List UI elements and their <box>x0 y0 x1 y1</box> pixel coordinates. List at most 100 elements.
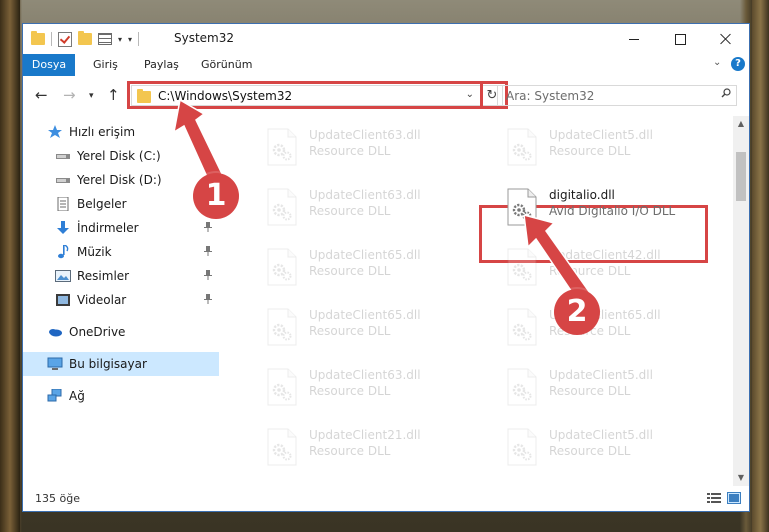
callout-number-one: 1 <box>193 173 239 219</box>
status-bar: 135 öğe <box>23 486 749 511</box>
file-type: Resource DLL <box>309 444 391 458</box>
file-item[interactable]: UpdateClient65.dll Resource DLL <box>239 238 469 294</box>
file-name: UpdateClient65.dll <box>309 248 421 262</box>
drive-icon <box>56 154 70 159</box>
file-item[interactable]: UpdateClient5.dll Resource DLL <box>479 358 709 414</box>
nav-label: İndirmeler <box>77 221 139 235</box>
file-item[interactable]: UpdateClient5.dll Resource DLL <box>479 418 709 474</box>
network-icon <box>47 389 62 402</box>
file-explorer-window: ▾ ▾ System32 Dosya Giriş Paylaş Görünüm … <box>22 23 750 512</box>
file-type: Resource DLL <box>309 324 391 338</box>
file-name: UpdateClient63.dll <box>309 128 421 142</box>
divider <box>138 32 140 46</box>
large-icons-view-icon[interactable] <box>727 492 741 504</box>
callout-number-two: 2 <box>554 289 600 335</box>
file-item[interactable]: UpdateClient21.dll Resource DLL <box>239 418 469 474</box>
file-type: Resource DLL <box>309 144 391 158</box>
search-input[interactable]: Ara: System32 <box>497 85 737 106</box>
pin-icon[interactable] <box>204 246 212 256</box>
nav-item-network[interactable]: Ağ <box>23 384 219 408</box>
maximize-icon <box>674 33 686 45</box>
scroll-up-icon[interactable]: ▲ <box>733 116 749 132</box>
maximize-button[interactable] <box>657 24 703 54</box>
chevron-down-icon[interactable]: ▾ <box>118 35 122 44</box>
dll-file-icon <box>267 248 297 286</box>
title-bar: ▾ ▾ System32 <box>23 24 749 54</box>
minimize-button[interactable] <box>611 24 657 54</box>
file-list: UpdateClient63.dll Resource DLL UpdateClie… <box>219 116 733 486</box>
nav-label: Müzik <box>77 245 112 259</box>
dll-file-icon <box>267 428 297 466</box>
scroll-thumb[interactable] <box>736 152 746 201</box>
file-name: UpdateClient65.dll <box>309 308 421 322</box>
view-icon[interactable] <box>98 33 112 45</box>
file-item[interactable]: UpdateClient63.dll Resource DLL <box>239 178 469 234</box>
quick-access-toolbar: ▾ ▾ <box>31 31 140 47</box>
nav-label: OneDrive <box>69 325 126 339</box>
close-button[interactable] <box>703 24 749 54</box>
navigation-bar: ← → ▾ ↑ C:\Windows\System32 ⌄ ↻ Ara: Sys… <box>23 76 749 116</box>
up-button[interactable]: ↑ <box>107 86 120 104</box>
nav-item-onedrive[interactable]: OneDrive <box>23 320 219 344</box>
back-button[interactable]: ← <box>35 86 48 104</box>
nav-item-music[interactable]: Müzik <box>23 240 219 264</box>
nav-item-downloads[interactable]: İndirmeler <box>23 216 219 240</box>
file-item[interactable]: UpdateClient5.dll Resource DLL <box>479 118 709 174</box>
ribbon-tabs: Dosya Giriş Paylaş Görünüm ⌄ ? <box>23 54 749 110</box>
tab-share[interactable]: Paylaş <box>144 54 179 76</box>
nav-label: Belgeler <box>77 197 127 211</box>
pin-icon[interactable] <box>204 270 212 280</box>
expand-ribbon-icon[interactable]: ⌄ <box>713 57 721 68</box>
computer-icon <box>47 357 63 370</box>
recent-locations-icon[interactable]: ▾ <box>89 91 94 101</box>
file-name: UpdateClient5.dll <box>549 428 653 442</box>
properties-icon[interactable] <box>58 31 72 47</box>
customize-qat-icon[interactable]: ▾ <box>128 35 132 44</box>
tree-trunk <box>0 0 20 532</box>
folder-icon[interactable] <box>31 31 45 45</box>
divider <box>51 32 52 46</box>
scroll-down-icon[interactable]: ▼ <box>733 470 749 486</box>
file-name: UpdateClient5.dll <box>549 128 653 142</box>
search-placeholder: Ara: System32 <box>506 89 595 103</box>
star-icon <box>48 125 62 138</box>
pictures-icon <box>55 270 71 282</box>
item-count: 135 öğe <box>35 492 80 505</box>
tab-view[interactable]: Görünüm <box>201 54 252 76</box>
tab-home[interactable]: Giriş <box>93 54 118 76</box>
dll-file-icon <box>507 128 537 166</box>
details-view-icon[interactable] <box>707 492 721 504</box>
download-icon <box>57 221 69 234</box>
search-icon[interactable] <box>721 88 731 98</box>
window-title: System32 <box>174 31 235 45</box>
documents-icon <box>57 197 69 211</box>
file-type: Resource DLL <box>549 384 631 398</box>
forward-button[interactable]: → <box>63 86 76 104</box>
nav-item-pictures[interactable]: Resimler <box>23 264 219 288</box>
nav-label: Videolar <box>77 293 127 307</box>
nav-item-videos[interactable]: Videolar <box>23 288 219 312</box>
file-name: UpdateClient5.dll <box>549 368 653 382</box>
file-name: UpdateClient63.dll <box>309 188 421 202</box>
pin-icon[interactable] <box>204 222 212 232</box>
dll-file-icon <box>267 368 297 406</box>
file-type: Resource DLL <box>309 264 391 278</box>
file-type: Resource DLL <box>549 444 631 458</box>
file-name: digitalio.dll <box>549 188 615 202</box>
tree-trunk <box>752 0 769 532</box>
vertical-scrollbar[interactable]: ▲ ▼ <box>733 116 749 486</box>
dll-file-icon <box>267 128 297 166</box>
file-item[interactable]: UpdateClient63.dll Resource DLL <box>239 118 469 174</box>
file-type: Resource DLL <box>309 384 391 398</box>
help-icon[interactable]: ? <box>731 57 745 71</box>
nav-item-this-pc[interactable]: Bu bilgisayar <box>23 352 219 376</box>
file-item[interactable]: UpdateClient63.dll Resource DLL <box>239 358 469 414</box>
nav-label: Resimler <box>77 269 130 283</box>
dll-file-icon <box>507 368 537 406</box>
nav-label: Yerel Disk (C:) <box>77 149 161 163</box>
cloud-icon <box>49 329 62 337</box>
file-item[interactable]: UpdateClient65.dll Resource DLL <box>239 298 469 354</box>
pin-icon[interactable] <box>204 294 212 304</box>
new-folder-icon[interactable] <box>78 31 92 45</box>
dll-file-icon <box>267 188 297 226</box>
